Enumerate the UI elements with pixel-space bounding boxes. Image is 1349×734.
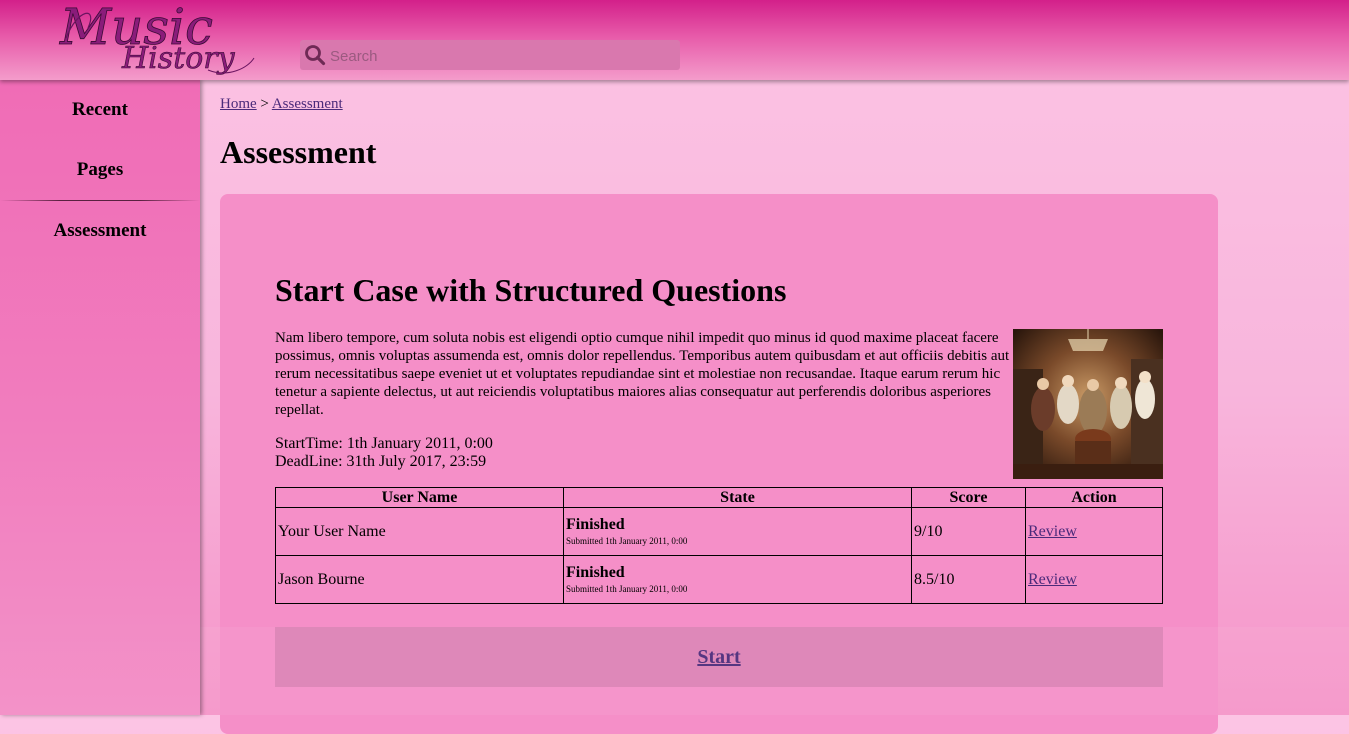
sidebar-item-assessment[interactable]: Assessment bbox=[0, 201, 200, 261]
svg-text:History: History bbox=[121, 41, 236, 76]
user-name-cell: Jason Bourne bbox=[275, 555, 564, 604]
breadcrumb-separator: > bbox=[260, 96, 269, 112]
sidebar-item-pages[interactable]: Pages bbox=[0, 140, 200, 200]
sidebar: Recent Pages Assessment bbox=[0, 80, 200, 715]
results-table: User Name State Score Action Your User N… bbox=[275, 487, 1163, 604]
header: Music History bbox=[0, 0, 1349, 80]
score-cell: 9/10 bbox=[911, 507, 1026, 556]
breadcrumb-assessment-link[interactable]: Assessment bbox=[272, 96, 343, 112]
state-cell: Finished Submitted 1th January 2011, 0:0… bbox=[563, 555, 912, 604]
column-header-state: State bbox=[563, 487, 912, 508]
table-row: Your User Name Finished Submitted 1th Ja… bbox=[275, 507, 1163, 556]
submitted-time: Submitted 1th January 2011, 0:00 bbox=[566, 535, 688, 546]
state-cell: Finished Submitted 1th January 2011, 0:0… bbox=[563, 507, 912, 556]
deadline: DeadLine: 31th July 2017, 23:59 bbox=[275, 453, 487, 470]
review-link[interactable]: Review bbox=[1028, 571, 1077, 588]
state-label: Finished bbox=[566, 563, 625, 581]
table-header-row: User Name State Score Action bbox=[275, 487, 1163, 508]
action-cell: Review bbox=[1025, 507, 1163, 556]
table-row: Jason Bourne Finished Submitted 1th Janu… bbox=[275, 555, 1163, 604]
search-icon[interactable] bbox=[304, 44, 326, 71]
assessment-panel: Start Case with Structured Questions Nam… bbox=[220, 194, 1218, 734]
case-title: Start Case with Structured Questions bbox=[275, 272, 787, 308]
start-bar: Start bbox=[275, 627, 1163, 687]
action-cell: Review bbox=[1025, 555, 1163, 604]
column-header-user-name: User Name bbox=[275, 487, 564, 508]
state-label: Finished bbox=[566, 515, 625, 533]
breadcrumb-home-link[interactable]: Home bbox=[220, 96, 257, 112]
start-time: StartTime: 1th January 2011, 0:00 bbox=[275, 435, 493, 452]
case-description: Nam libero tempore, cum soluta nobis est… bbox=[275, 330, 1010, 418]
start-link[interactable]: Start bbox=[697, 646, 740, 668]
music-history-logo[interactable]: Music History bbox=[58, 0, 268, 80]
search-box bbox=[300, 40, 680, 70]
review-link[interactable]: Review bbox=[1028, 523, 1077, 540]
user-name-cell: Your User Name bbox=[275, 507, 564, 556]
column-header-score: Score bbox=[911, 487, 1026, 508]
submitted-time: Submitted 1th January 2011, 0:00 bbox=[566, 583, 688, 594]
search-input[interactable] bbox=[328, 44, 672, 68]
breadcrumb: Home > Assessment bbox=[220, 96, 343, 113]
case-times: StartTime: 1th January 2011, 0:00 DeadLi… bbox=[275, 435, 493, 471]
column-header-action: Action bbox=[1025, 487, 1163, 508]
case-image bbox=[1013, 329, 1163, 479]
page-title: Assessment bbox=[220, 134, 377, 170]
sidebar-item-recent[interactable]: Recent bbox=[0, 80, 200, 140]
score-cell: 8.5/10 bbox=[911, 555, 1026, 604]
